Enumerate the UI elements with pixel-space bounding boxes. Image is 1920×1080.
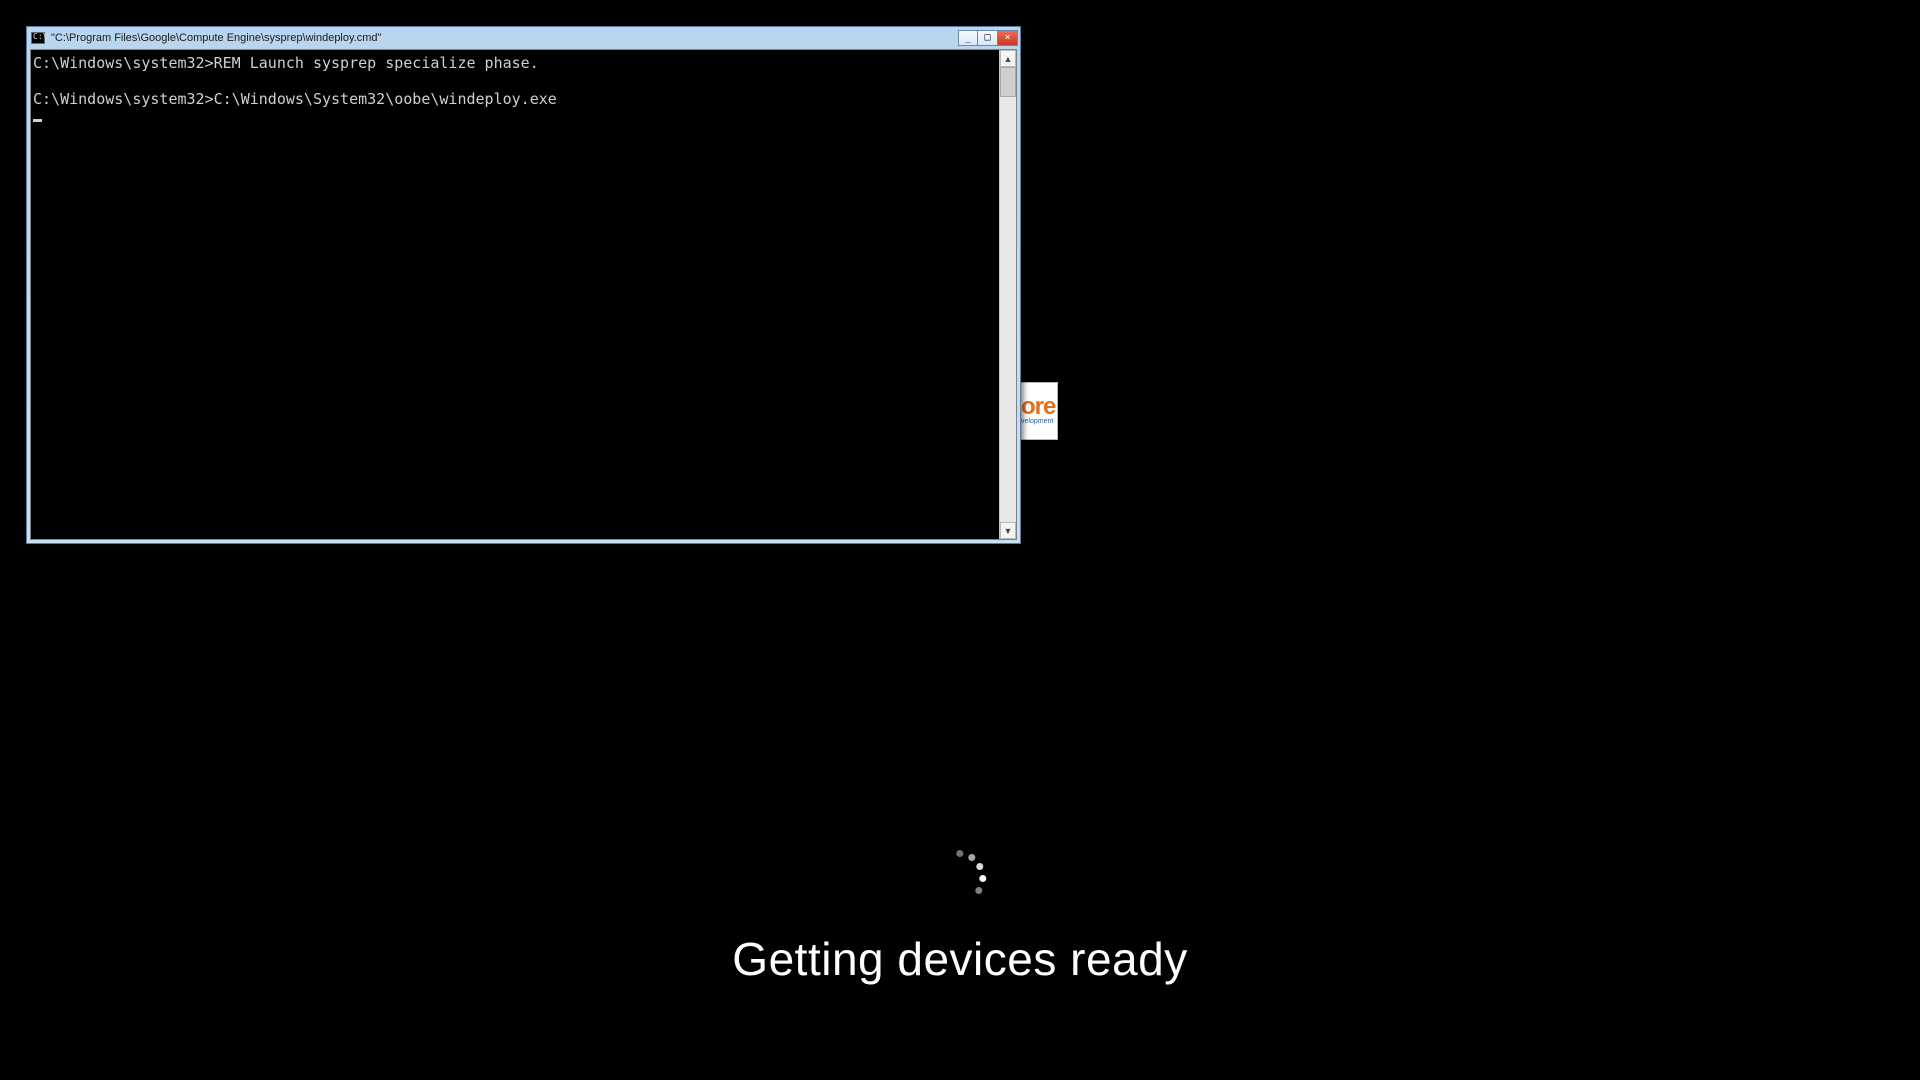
background-logo-fragment: ore velopment bbox=[1018, 382, 1058, 440]
logo-text-small: velopment bbox=[1021, 418, 1053, 426]
cmd-icon bbox=[31, 32, 45, 44]
terminal-cursor bbox=[33, 119, 42, 122]
window-title: "C:\Program Files\Google\Compute Engine\… bbox=[51, 32, 958, 44]
loading-spinner-icon bbox=[934, 850, 986, 902]
maximize-button[interactable]: □ bbox=[978, 30, 998, 46]
oobe-status: Getting devices ready bbox=[732, 850, 1187, 986]
logo-text-big: ore bbox=[1021, 396, 1055, 418]
window-client-area: C:\Windows\system32>REM Launch sysprep s… bbox=[30, 49, 1017, 540]
minimize-button[interactable]: _ bbox=[958, 30, 978, 46]
titlebar[interactable]: "C:\Program Files\Google\Compute Engine\… bbox=[27, 27, 1020, 49]
scroll-up-button[interactable]: ▲ bbox=[1000, 50, 1016, 67]
oobe-status-text: Getting devices ready bbox=[732, 932, 1187, 986]
scroll-down-button[interactable]: ▼ bbox=[1000, 522, 1016, 539]
vertical-scrollbar[interactable]: ▲ ▼ bbox=[999, 50, 1016, 539]
close-button[interactable]: × bbox=[998, 30, 1018, 46]
terminal-output[interactable]: C:\Windows\system32>REM Launch sysprep s… bbox=[31, 50, 999, 539]
scrollbar-track[interactable] bbox=[1000, 67, 1016, 522]
scrollbar-thumb[interactable] bbox=[1000, 67, 1016, 97]
window-controls: _ □ × bbox=[958, 30, 1018, 46]
command-prompt-window[interactable]: "C:\Program Files\Google\Compute Engine\… bbox=[26, 26, 1021, 544]
